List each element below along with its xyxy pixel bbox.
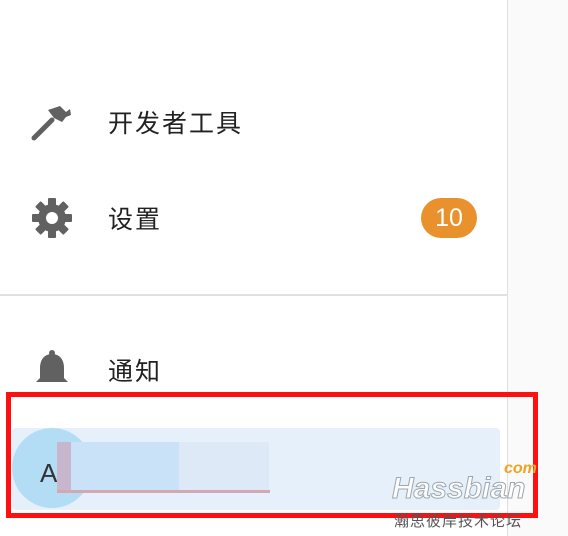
sidebar-item-settings[interactable]: 设置 10 [0, 186, 507, 250]
divider [0, 294, 507, 296]
hammer-icon [30, 100, 74, 144]
sidebar-item-label: 通知 [108, 357, 163, 386]
avatar-initial: A [40, 458, 58, 488]
sidebar-item-notifications[interactable]: 通知 [0, 338, 507, 402]
sidebar-item-developer-tools[interactable]: 开发者工具 [0, 90, 507, 154]
gear-icon [30, 196, 74, 240]
redacted-username-underline [57, 490, 270, 493]
sidebar-item-label: 开发者工具 [108, 109, 244, 138]
main-content-edge [508, 0, 568, 536]
notification-count-badge: 10 [421, 198, 477, 238]
redacted-username-block [179, 442, 269, 492]
user-profile-item[interactable]: A [12, 428, 500, 510]
redacted-username-block [57, 442, 71, 492]
redacted-username-block [57, 442, 179, 492]
sidebar-item-label: 设置 [108, 205, 163, 234]
bell-icon [30, 348, 74, 392]
sidebar: 开发者工具 设置 10 通知 A [0, 0, 508, 536]
